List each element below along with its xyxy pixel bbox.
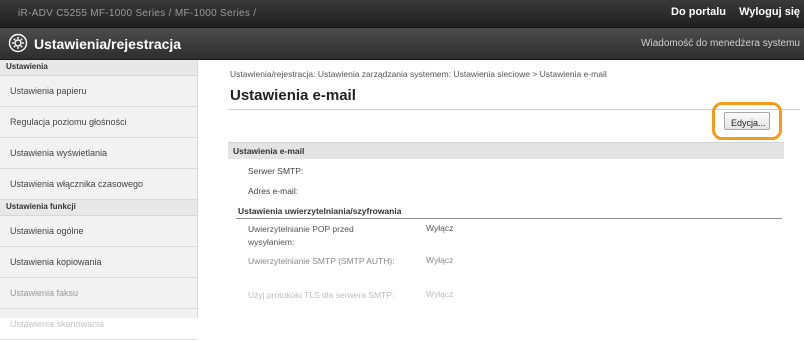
edit-button[interactable]: Edycja... bbox=[724, 112, 770, 130]
page-header-title: Ustawienia/rejestracja bbox=[34, 36, 182, 52]
sidebar-section-functions: Ustawienia funkcji bbox=[0, 200, 197, 216]
smtp-auth-label: Uwierzytelnianie SMTP (SMTP AUTH): bbox=[248, 256, 395, 266]
sidebar-item-general[interactable]: Ustawienia ogólne bbox=[0, 216, 197, 247]
pop-auth-label: Uwierzytelnianie POP przed wysyłaniem: bbox=[248, 224, 354, 247]
section-header: Ustawienia e-mail bbox=[228, 142, 784, 159]
top-links: Do portalu Wyloguj się bbox=[661, 6, 800, 18]
sidebar-section-settings: Ustawienia bbox=[0, 60, 197, 76]
sidebar-item-paper[interactable]: Ustawienia papieru bbox=[0, 76, 197, 107]
pop-auth-value: Wyłącz bbox=[426, 223, 454, 233]
sidebar-item-fax[interactable]: Ustawienia faksu bbox=[0, 278, 197, 309]
sidebar-item-copy[interactable]: Ustawienia kopiowania bbox=[0, 247, 197, 278]
sidebar-item-scan[interactable]: Ustawienia skanowania bbox=[0, 309, 197, 340]
logout-link[interactable]: Wyloguj się bbox=[739, 6, 800, 18]
tls-label: Użyj protokołu TLS dla serwera SMTP: bbox=[248, 290, 395, 300]
device-name: iR-ADV C5255 MF-1000 Series / MF-1000 Se… bbox=[18, 8, 257, 19]
auth-divider bbox=[236, 218, 782, 219]
page-title: Ustawienia e-mail bbox=[230, 87, 356, 104]
main-content: Ustawienia/rejestracja: Ustawienia zarzą… bbox=[198, 60, 804, 318]
smtp-server-label: Serwer SMTP: bbox=[248, 166, 304, 176]
admin-message-link[interactable]: Wiadomość do menedżera systemu bbox=[641, 38, 800, 49]
smtp-auth-value: Wyłącz bbox=[426, 255, 454, 265]
breadcrumb: Ustawienia/rejestracja: Ustawienia zarzą… bbox=[230, 69, 607, 79]
auth-section-title: Ustawienia uwierzytelniania/szyfrowania bbox=[238, 206, 402, 216]
tls-value: Wyłącz bbox=[426, 289, 454, 299]
title-bar: Ustawienia/rejestracja Wiadomość do mene… bbox=[0, 28, 804, 60]
email-address-label: Adres e-mail: bbox=[248, 186, 299, 196]
section-title: Ustawienia e-mail bbox=[233, 146, 305, 156]
top-bar: iR-ADV C5255 MF-1000 Series / MF-1000 Se… bbox=[0, 0, 804, 28]
gear-icon bbox=[8, 33, 28, 53]
sidebar-item-volume[interactable]: Regulacja poziomu głośności bbox=[0, 107, 197, 138]
sidebar-item-timer[interactable]: Ustawienia włącznika czasowego bbox=[0, 169, 197, 200]
sidebar-item-display[interactable]: Ustawienia wyświetlania bbox=[0, 138, 197, 169]
edit-highlight: Edycja... bbox=[712, 102, 782, 140]
sidebar: Ustawienia Ustawienia papieru Regulacja … bbox=[0, 60, 198, 340]
portal-link[interactable]: Do portalu bbox=[671, 6, 726, 18]
